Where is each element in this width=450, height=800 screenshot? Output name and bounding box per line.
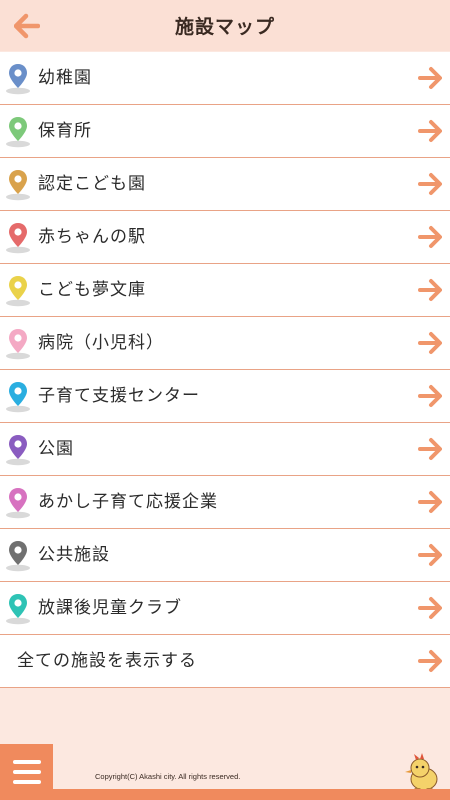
facility-list: 幼稚園 保育所 認定こども園 赤ちゃんの駅 こども夢文庫 病院（小児科） 子育て…: [0, 52, 450, 688]
hamburger-icon-bar: [12, 770, 41, 774]
list-item-park[interactable]: 公園: [0, 423, 450, 476]
map-pin-icon: [6, 435, 30, 466]
arrow-right-icon: [418, 173, 442, 195]
list-item-label: こども夢文庫: [38, 280, 146, 300]
arrow-right-icon: [418, 491, 442, 513]
arrow-right-icon: [418, 120, 442, 142]
arrow-left-icon: [14, 13, 40, 39]
footer-bar: [0, 789, 450, 800]
arrow-right-icon: [418, 67, 442, 89]
list-item-after-school-club[interactable]: 放課後児童クラブ: [0, 582, 450, 635]
arrow-right-icon: [418, 438, 442, 460]
map-pin-icon: [6, 594, 30, 625]
hamburger-icon-bar: [12, 760, 41, 764]
map-pin-icon: [6, 223, 30, 254]
list-item-support-companies[interactable]: あかし子育て応援企業: [0, 476, 450, 529]
list-item-kindergarten[interactable]: 幼稚園: [0, 52, 450, 105]
list-item-label: 公園: [38, 439, 74, 459]
list-item-label: 認定こども園: [38, 174, 146, 194]
map-pin-icon: [6, 329, 30, 360]
map-pin-icon: [6, 488, 30, 519]
show-all-label: 全ての施設を表示する: [17, 651, 197, 671]
arrow-right-icon: [418, 597, 442, 619]
back-button[interactable]: [10, 9, 44, 43]
map-pin-icon: [6, 117, 30, 148]
list-item-label: 保育所: [38, 121, 92, 141]
map-pin-icon: [6, 541, 30, 572]
arrow-right-icon: [418, 279, 442, 301]
list-item-childcare-support-center[interactable]: 子育て支援センター: [0, 370, 450, 423]
header-bar: 施設マップ: [0, 0, 450, 51]
arrow-right-icon: [418, 650, 442, 672]
list-item-kodomo-yume-bunko[interactable]: こども夢文庫: [0, 264, 450, 317]
map-pin-icon: [6, 382, 30, 413]
list-item-label: 赤ちゃんの駅: [38, 227, 146, 247]
list-item-certified-kodomoen[interactable]: 認定こども園: [0, 158, 450, 211]
arrow-right-icon: [418, 385, 442, 407]
list-item-baby-station[interactable]: 赤ちゃんの駅: [0, 211, 450, 264]
copyright-text: Copyright(C) Akashi city. All rights res…: [95, 772, 241, 781]
map-pin-icon: [6, 64, 30, 95]
arrow-right-icon: [418, 544, 442, 566]
list-item-label: 病院（小児科）: [38, 333, 164, 353]
mascot-character-icon: [405, 753, 438, 792]
list-item-public-facilities[interactable]: 公共施設: [0, 529, 450, 582]
list-item-hospital-pediatrics[interactable]: 病院（小児科）: [0, 317, 450, 370]
show-all-facilities-button[interactable]: 全ての施設を表示する: [0, 635, 450, 688]
list-item-label: 公共施設: [38, 545, 110, 565]
list-item-nursery[interactable]: 保育所: [0, 105, 450, 158]
map-pin-icon: [6, 170, 30, 201]
list-item-label: 放課後児童クラブ: [38, 598, 182, 618]
list-item-label: 子育て支援センター: [38, 386, 200, 406]
arrow-right-icon: [418, 226, 442, 248]
arrow-right-icon: [418, 332, 442, 354]
page-title: 施設マップ: [174, 16, 275, 38]
map-pin-icon: [6, 276, 30, 307]
list-item-label: 幼稚園: [38, 68, 92, 88]
list-item-label: あかし子育て応援企業: [38, 492, 218, 512]
hamburger-icon-bar: [12, 780, 41, 784]
